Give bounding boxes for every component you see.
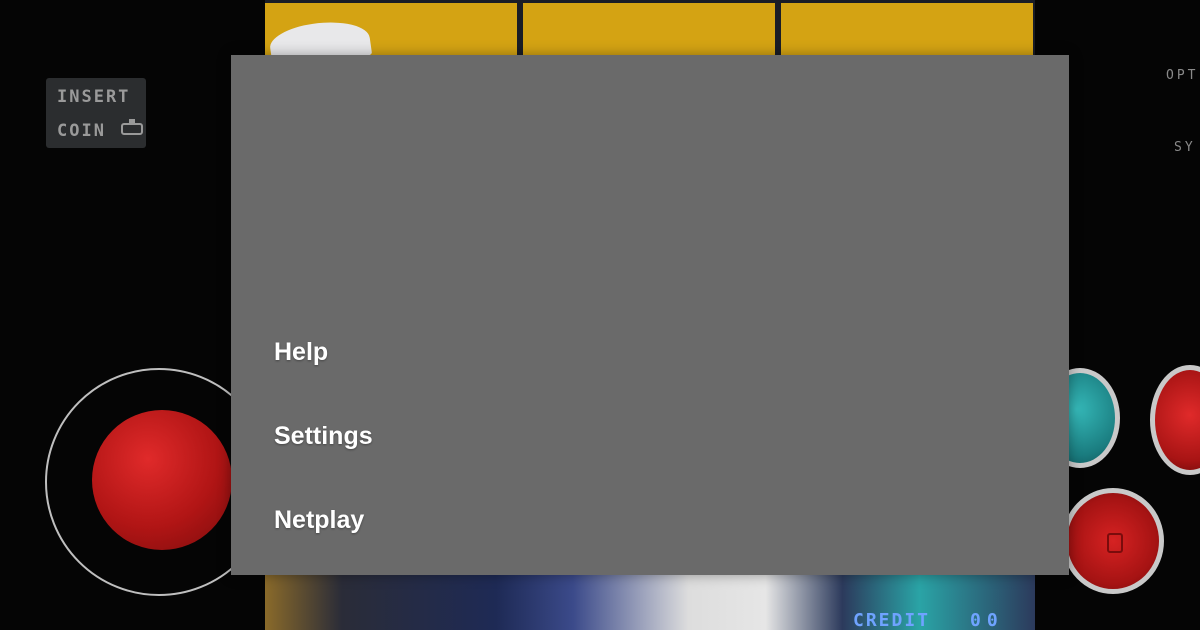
menu-dialog: Help Settings Netplay <box>231 55 1069 575</box>
menu-item-settings[interactable]: Settings <box>274 422 373 451</box>
menu-item-netplay[interactable]: Netplay <box>274 506 364 535</box>
insert-coin-button[interactable]: INSERT COIN <box>46 78 146 148</box>
button-glyph-icon <box>1107 533 1123 553</box>
top-panel-left <box>265 3 517 70</box>
system-button[interactable]: SY <box>1174 140 1200 155</box>
insert-coin-line2: COIN <box>57 121 106 141</box>
menu-item-help[interactable]: Help <box>274 338 328 367</box>
credit-label: CREDIT <box>853 610 931 630</box>
insert-coin-line1: INSERT <box>57 87 131 107</box>
action-button-red-top[interactable] <box>1150 365 1200 475</box>
top-panel-right <box>781 3 1033 55</box>
credit-count: 00 <box>970 610 1004 630</box>
action-button-red-bottom[interactable] <box>1062 488 1164 594</box>
options-button[interactable]: OPT <box>1166 68 1200 83</box>
joystick-knob[interactable] <box>92 410 232 550</box>
top-panel-center <box>523 3 775 55</box>
coin-icon <box>121 119 143 135</box>
